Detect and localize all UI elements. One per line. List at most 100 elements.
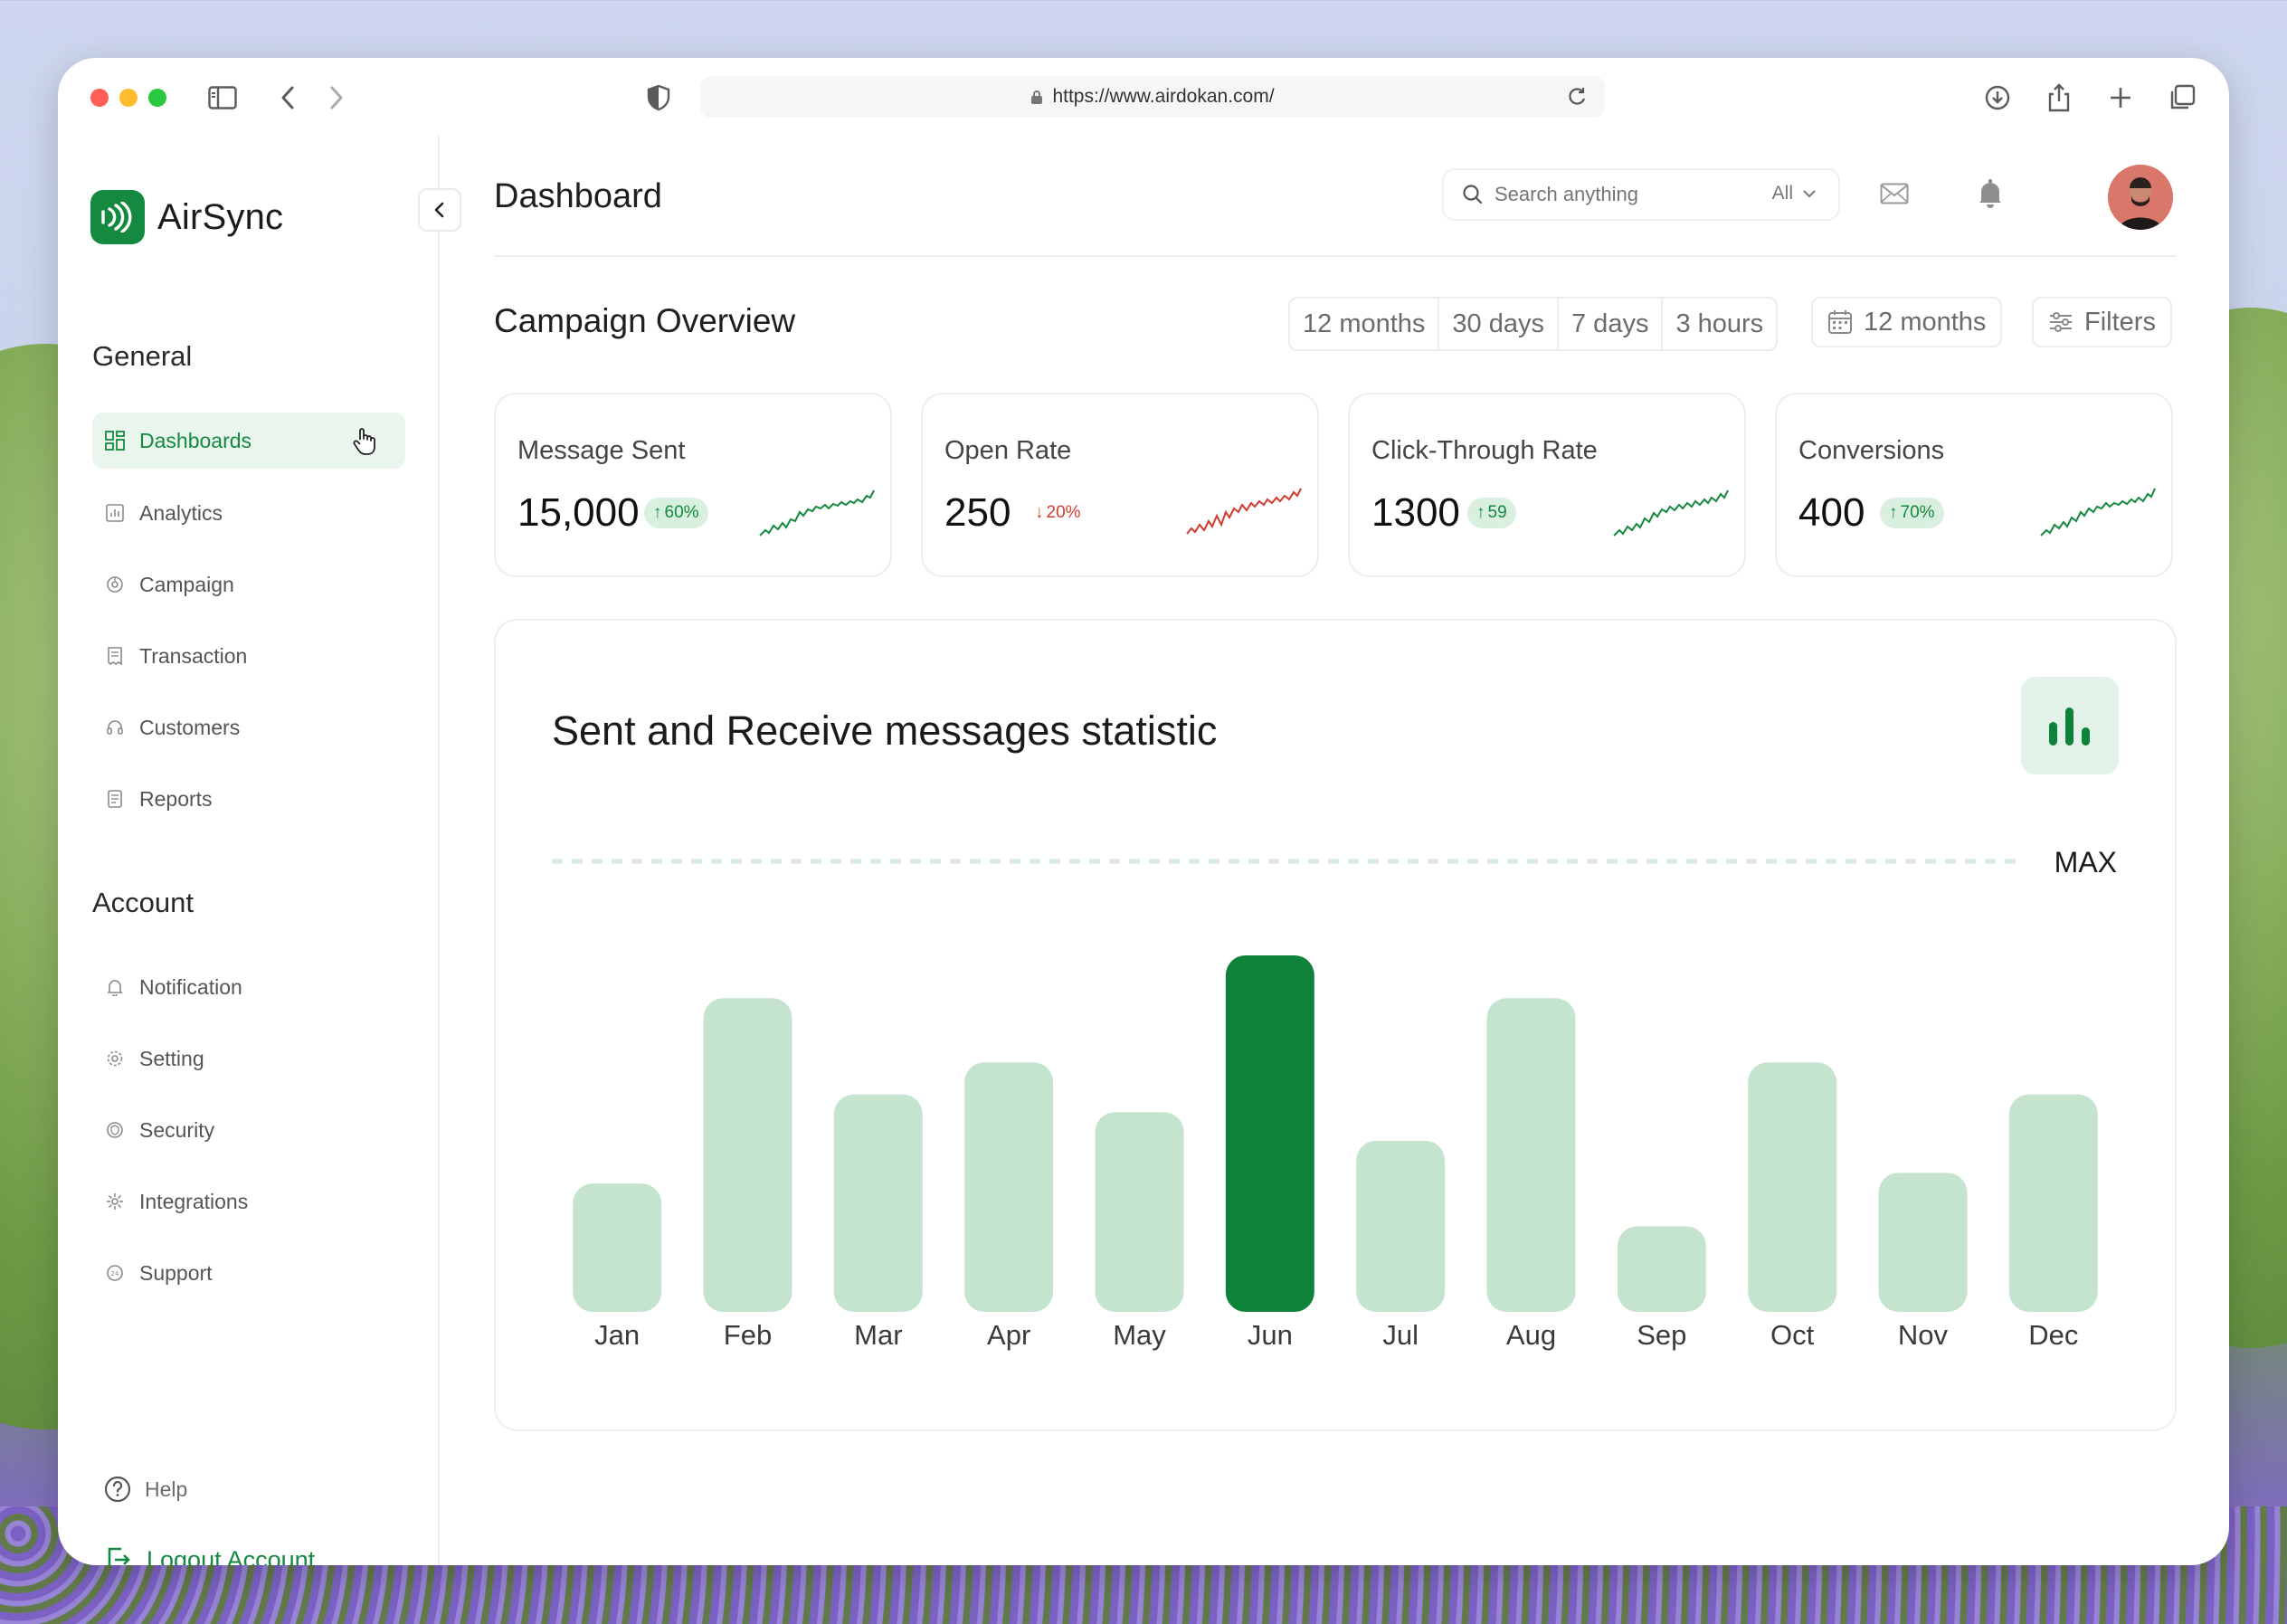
headset-icon: [105, 717, 125, 737]
bar-mar[interactable]: [833, 1094, 923, 1312]
sparkline-chart: [1186, 488, 1302, 535]
time-range-selector: 12 months 30 days 7 days 3 hours: [1288, 297, 1779, 351]
bar-chart: MAX Jan Feb Mar Apr May Jun Jul Aug Sep Oct Nov Dec: [552, 846, 2117, 1351]
page-title: Dashboard: [494, 177, 662, 215]
bar-nov[interactable]: [1878, 1173, 1968, 1312]
messages-statistic-card: Sent and Receive messages statistic MAX J…: [494, 619, 2177, 1431]
chevron-left-icon: [434, 202, 444, 218]
kpi-label: Open Rate: [944, 436, 1072, 465]
kpi-change-value: 20%: [1046, 503, 1081, 522]
kpi-value: 1300: [1371, 490, 1460, 535]
bar-sep[interactable]: [1617, 1226, 1706, 1312]
bar-jul[interactable]: [1356, 1140, 1446, 1312]
kpi-change-value: 59: [1487, 503, 1507, 522]
sidebar-item-security[interactable]: Security: [92, 1102, 405, 1158]
sidebar-item-dashboards[interactable]: Dashboards: [92, 413, 405, 469]
kpi-value: 400: [1798, 490, 1865, 535]
help-link[interactable]: Help: [103, 1475, 187, 1504]
sidebar-toggle-icon[interactable]: [206, 81, 239, 114]
sparkline-chart: [2040, 488, 2156, 537]
campaign-overview-title: Campaign Overview: [494, 302, 796, 339]
sidebar-item-notification[interactable]: Notification: [92, 959, 405, 1015]
kpi-change-value: 70%: [1900, 503, 1935, 522]
campaign-icon: [105, 575, 125, 594]
sidebar-item-label: Customers: [139, 715, 241, 739]
kpi-card-message-sent[interactable]: Message Sent 15,000 ↑ 60%: [494, 393, 892, 577]
bar-aug[interactable]: [1486, 998, 1576, 1312]
question-circle-icon: [104, 1476, 131, 1503]
sidebar-item-label: Dashboards: [139, 428, 252, 452]
kpi-change-badge: ↓ 20%: [1026, 498, 1090, 528]
sidebar-item-reports[interactable]: Reports: [92, 771, 405, 827]
range-3-hours[interactable]: 3 hours: [1663, 299, 1776, 349]
kpi-card-conversions[interactable]: Conversions 400 ↑ 70%: [1775, 393, 2173, 577]
search-scope-select[interactable]: All: [1772, 183, 1817, 204]
range-7-days[interactable]: 7 days: [1559, 299, 1664, 349]
search-scope-value: All: [1771, 183, 1793, 204]
arrow-up-icon: ↑: [653, 503, 662, 522]
sidebar-item-label: Transaction: [139, 643, 248, 668]
x-tick-label: May: [1113, 1319, 1166, 1351]
grid-icon: [105, 431, 125, 451]
kpi-card-click-through-rate[interactable]: Click-Through Rate 1300 ↑ 59: [1348, 393, 1746, 577]
brand-name: AirSync: [157, 196, 284, 237]
bar-jan[interactable]: [573, 1183, 662, 1312]
sidebar-item-setting[interactable]: Setting: [92, 1030, 405, 1087]
back-icon[interactable]: [271, 81, 304, 114]
filters-button[interactable]: Filters: [2032, 297, 2172, 347]
brand-logo[interactable]: AirSync: [90, 190, 283, 244]
bar-dec[interactable]: [2008, 1094, 2098, 1312]
range-30-days[interactable]: 30 days: [1439, 299, 1559, 349]
hand-cursor-icon: [353, 428, 375, 455]
document-icon: [105, 789, 125, 809]
sidebar-item-customers[interactable]: Customers: [92, 699, 405, 755]
kpi-label: Click-Through Rate: [1371, 436, 1598, 465]
sidebar-item-support[interactable]: 24 Support: [92, 1245, 405, 1301]
close-window-button[interactable]: [90, 89, 109, 107]
max-label: MAX: [2055, 846, 2117, 878]
bar-feb[interactable]: [703, 998, 792, 1312]
kpi-change-badge: ↑ 59: [1467, 498, 1516, 528]
sparkline-chart: [759, 489, 875, 537]
sidebar-item-campaign[interactable]: Campaign: [92, 556, 405, 613]
sidebar-item-label: Analytics: [139, 500, 223, 525]
collapse-sidebar-button[interactable]: [418, 188, 461, 232]
chevron-down-icon: [1803, 190, 1816, 198]
account-section-title: Account: [92, 887, 195, 918]
chart-type-button[interactable]: [2021, 677, 2119, 774]
browser-window: https://www.airdokan.com/ AirSync Genera…: [58, 58, 2229, 1565]
search-box[interactable]: All: [1442, 168, 1840, 221]
sparkline-chart: [1613, 489, 1729, 537]
airsync-logo-icon: [90, 190, 145, 244]
x-tick-label: Jul: [1382, 1319, 1419, 1351]
arrow-up-icon: ↑: [1889, 503, 1898, 522]
bar-oct[interactable]: [1748, 1062, 1837, 1312]
kpi-value: 15,000: [517, 490, 640, 535]
logout-icon: [108, 1547, 130, 1565]
forward-icon[interactable]: [320, 81, 353, 114]
kpi-change-value: 60%: [664, 503, 699, 522]
maximize-window-button[interactable]: [148, 89, 166, 107]
kpi-card-open-rate[interactable]: Open Rate 250 ↓ 20%: [921, 393, 1319, 577]
kpi-label: Message Sent: [517, 436, 686, 465]
bell-icon: [105, 977, 125, 997]
bar-apr[interactable]: [964, 1062, 1054, 1312]
gear-icon: [105, 1049, 125, 1068]
sidebar-item-transaction[interactable]: Transaction: [92, 628, 405, 684]
notification-bell-icon[interactable]: [1972, 176, 2008, 212]
kpi-change-badge: ↑ 70%: [1880, 498, 1944, 528]
sidebar-item-analytics[interactable]: Analytics: [92, 485, 405, 541]
bar-jun[interactable]: [1225, 955, 1314, 1312]
range-12-months[interactable]: 12 months: [1290, 299, 1440, 349]
user-avatar[interactable]: [2108, 165, 2173, 230]
sidebar-item-label: Support: [139, 1260, 213, 1285]
mail-icon[interactable]: [1876, 176, 1912, 212]
date-picker-button[interactable]: 12 months: [1811, 297, 2003, 347]
bar-may[interactable]: [1095, 1112, 1184, 1312]
minimize-window-button[interactable]: [119, 89, 138, 107]
sidebar-item-integrations[interactable]: Integrations: [92, 1173, 405, 1230]
logout-button[interactable]: Logout Account: [105, 1545, 315, 1565]
bar-chart-icon: [2049, 708, 2090, 746]
search-icon: [1463, 185, 1483, 204]
search-input[interactable]: [1493, 182, 1741, 207]
